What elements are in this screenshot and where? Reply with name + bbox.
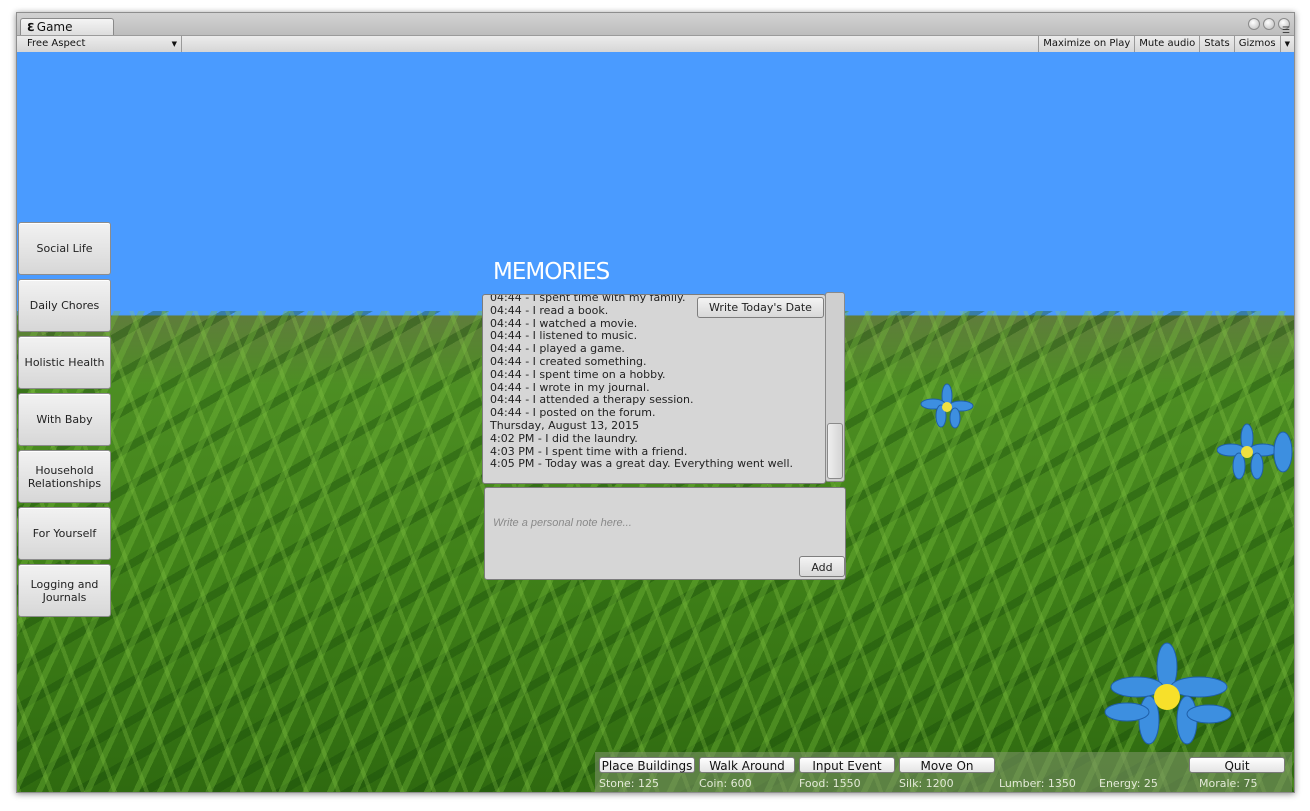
walk-around-button[interactable]: Walk Around [699, 757, 795, 773]
resource-counters: Stone: 125 Coin: 600 Food: 1550 Silk: 12… [595, 776, 1292, 792]
chevron-down-icon[interactable]: ▼ [1279, 36, 1294, 52]
coin-counter: Coin: 600 [699, 777, 752, 790]
personal-note-box: Add [484, 487, 846, 580]
memories-title: MEMORIES [493, 259, 610, 285]
sidebar-item-holistic-health[interactable]: Holistic Health [18, 336, 111, 389]
write-todays-date-button[interactable]: Write Today's Date [697, 297, 824, 318]
memories-list: 04:44 - I spent time with my family. 04:… [490, 295, 794, 471]
blue-flower-icon [920, 383, 974, 429]
chevron-down-icon: ▼ [171, 40, 177, 48]
sidebar-item-logging-and-journals[interactable]: Logging and Journals [18, 564, 111, 617]
list-item: 04:44 - I spent time on a hobby. [490, 367, 666, 381]
list-item: 04:44 - I created something. [490, 354, 647, 368]
place-buildings-button[interactable]: Place Buildings [599, 757, 695, 773]
memories-log[interactable]: 04:44 - I spent time with my family. 04:… [482, 294, 826, 484]
memories-scrollbar[interactable] [825, 292, 845, 482]
food-counter: Food: 1550 [799, 777, 861, 790]
sidebar-item-household-relationships[interactable]: Household Relationships [18, 450, 111, 503]
sidebar-item-with-baby[interactable]: With Baby [18, 393, 111, 446]
game-viewport: Social Life Daily Chores Holistic Health… [17, 52, 1294, 792]
aspect-dropdown-label: Free Aspect [27, 38, 86, 49]
move-on-button[interactable]: Move On [899, 757, 995, 773]
stats-toggle[interactable]: Stats [1199, 36, 1234, 52]
aspect-dropdown[interactable]: Free Aspect ▼ [21, 36, 182, 52]
mute-audio-toggle[interactable]: Mute audio [1134, 36, 1199, 52]
window-dot-icon[interactable] [1248, 18, 1260, 30]
unity-logo-icon: ℇ [27, 21, 34, 34]
bottom-action-bar: Place Buildings Walk Around Input Event … [595, 752, 1292, 792]
input-event-button[interactable]: Input Event [799, 757, 895, 773]
tab-game-label: Game [36, 20, 73, 34]
maximize-on-play-toggle[interactable]: Maximize on Play [1038, 36, 1134, 52]
silk-counter: Silk: 1200 [899, 777, 954, 790]
list-item: 4:05 PM - Today was a great day. Everyth… [490, 457, 794, 471]
sidebar-item-social-life[interactable]: Social Life [18, 222, 111, 275]
add-note-button[interactable]: Add [799, 556, 845, 577]
unity-game-window: ℇ Game ☰ Free Aspect ▼ Maximize on Play M… [16, 12, 1295, 793]
list-item: Thursday, August 13, 2015 [490, 418, 640, 432]
blue-flower-icon [1217, 423, 1293, 480]
gizmos-toggle[interactable]: Gizmos [1233, 36, 1280, 52]
stone-counter: Stone: 125 [599, 777, 659, 790]
game-toolbar: Free Aspect ▼ Maximize on Play Mute audi… [17, 35, 1294, 53]
list-item: 4:02 PM - I did the laundry. [490, 431, 638, 445]
quit-button[interactable]: Quit [1189, 757, 1285, 773]
energy-counter: Energy: 25 [1099, 777, 1158, 790]
lumber-counter: Lumber: 1350 [999, 777, 1076, 790]
title-bar: ℇ Game ☰ [17, 13, 1294, 36]
sidebar-item-for-yourself[interactable]: For Yourself [18, 507, 111, 560]
sidebar-item-daily-chores[interactable]: Daily Chores [18, 279, 111, 332]
personal-note-input[interactable] [491, 492, 835, 554]
window-dot-icon[interactable] [1263, 18, 1275, 30]
blue-flower-icon [1104, 642, 1232, 745]
tab-game[interactable]: ℇ Game [20, 18, 114, 35]
morale-counter: Morale: 75 [1199, 777, 1258, 790]
scrollbar-thumb[interactable] [827, 423, 843, 479]
